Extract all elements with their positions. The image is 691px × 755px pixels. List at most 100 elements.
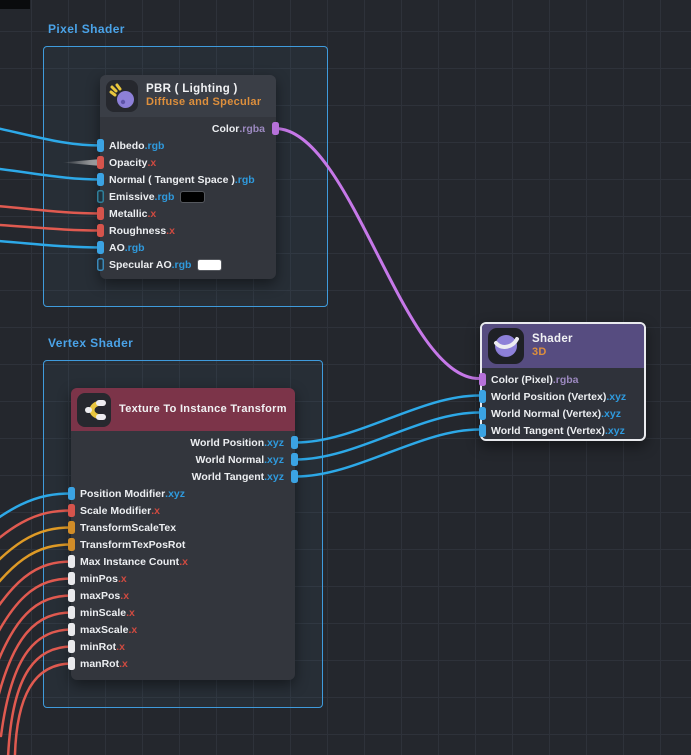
port-label: minRot [80, 641, 116, 653]
port-world-tangent-vertex[interactable] [479, 424, 486, 437]
node-pbr-lighting[interactable]: PBR ( Lighting ) Diffuse and Specular Co… [100, 75, 276, 279]
port-minscale[interactable] [68, 606, 75, 619]
port-type-suffix: .x [166, 225, 175, 237]
node-pbr-header[interactable]: PBR ( Lighting ) Diffuse and Specular [100, 75, 276, 117]
port-manrot[interactable] [68, 657, 75, 670]
port-ao[interactable] [97, 241, 104, 254]
port-maxpos[interactable] [68, 589, 75, 602]
port-label: Color [212, 123, 239, 135]
port-minpos[interactable] [68, 572, 75, 585]
port-label: World Position (Vertex) [491, 391, 606, 403]
port-type-suffix: .rgb [235, 174, 255, 186]
port-max-instance-count[interactable] [68, 555, 75, 568]
port-label: manRot [80, 658, 119, 670]
input-row-specular-ao: Specular AO.rgb [100, 256, 276, 273]
pbr-lighting-icon [106, 80, 138, 112]
node-shader-3d[interactable]: Shader 3D Color (Pixel).rgbaWorld Positi… [480, 322, 646, 441]
wire-albedo[interactable] [0, 127, 101, 146]
port-label: Roughness [109, 225, 166, 237]
port-type-suffix: .rgb [155, 191, 175, 203]
port-label: Opacity [109, 157, 148, 169]
node-ttit-header[interactable]: Texture To Instance Transform [71, 388, 295, 431]
port-scale-modifier[interactable] [68, 504, 75, 517]
node-title: PBR ( Lighting ) [146, 82, 261, 96]
port-opacity[interactable] [97, 156, 104, 169]
port-emissive[interactable] [97, 190, 104, 203]
input-row-transformtexposrot: TransformTexPosRot [71, 536, 295, 553]
port-world-tangent[interactable] [291, 470, 298, 483]
port-world-normal-vertex[interactable] [479, 407, 486, 420]
node-texture-to-instance-transform[interactable]: Texture To Instance Transform World Posi… [71, 388, 295, 680]
port-type-suffix: .x [118, 573, 127, 585]
port-label: Metallic [109, 208, 148, 220]
port-label: maxPos [80, 590, 120, 602]
shader-input-rows: Color (Pixel).rgbaWorld Position (Vertex… [482, 368, 644, 439]
output-row-world-normal: World Normal.xyz [71, 451, 295, 468]
port-label: minScale [80, 607, 126, 619]
port-label: minPos [80, 573, 118, 585]
port-minrot[interactable] [68, 640, 75, 653]
input-row-scale-modifier: Scale Modifier.x [71, 502, 295, 519]
port-type-suffix: .rgb [125, 242, 145, 254]
input-row-manrot: manRot.x [71, 655, 295, 672]
port-transformtexposrot[interactable] [68, 538, 75, 551]
node-shader-header[interactable]: Shader 3D [482, 324, 644, 368]
wire-ao[interactable] [0, 241, 101, 248]
wire-scale-modifier[interactable] [0, 511, 72, 583]
input-row-ao: AO.rgb [100, 239, 276, 256]
texture-transform-icon [77, 393, 111, 427]
wire-normal[interactable] [0, 168, 101, 180]
port-label: World Normal (Vertex) [491, 408, 601, 420]
port-label: Scale Modifier [80, 505, 151, 517]
port-normal-tangent-space[interactable] [97, 173, 104, 186]
pbr-input-rows: Albedo.rgbOpacity.xNormal ( Tangent Spac… [100, 137, 276, 273]
port-roughness[interactable] [97, 224, 104, 237]
port-world-normal[interactable] [291, 453, 298, 466]
port-type-suffix: .xyz [264, 454, 284, 466]
color-swatch[interactable] [180, 191, 205, 203]
port-label: Normal ( Tangent Space ) [109, 174, 235, 186]
port-type-suffix: .xyz [605, 425, 625, 437]
node-title: Texture To Instance Transform [119, 403, 287, 417]
port-label: maxScale [80, 624, 128, 636]
port-type-suffix: .x [126, 607, 135, 619]
wire-transformscaletex[interactable] [0, 528, 72, 605]
node-graph-canvas[interactable]: Pixel Shader Vertex Shader [0, 0, 691, 755]
port-world-position-vertex[interactable] [479, 390, 486, 403]
port-type-suffix: .xyz [165, 488, 185, 500]
port-label: AO [109, 242, 125, 254]
node-subtitle: Diffuse and Specular [146, 96, 261, 110]
ttit-output-rows: World Position.xyzWorld Normal.xyzWorld … [71, 431, 295, 485]
port-label: Emissive [109, 191, 155, 203]
port-label: Max Instance Count [80, 556, 179, 568]
output-row-world-tangent: World Tangent.xyz [71, 468, 295, 485]
input-row-world-normal-vertex: World Normal (Vertex).xyz [482, 405, 644, 422]
port-type-suffix: .x [151, 505, 160, 517]
port-type-suffix: .x [148, 157, 157, 169]
port-position-modifier[interactable] [68, 487, 75, 500]
port-type-suffix: .x [116, 641, 125, 653]
port-type-suffix: .rgb [172, 259, 192, 271]
port-specular-ao[interactable] [97, 258, 104, 271]
input-row-maxpos: maxPos.x [71, 587, 295, 604]
input-row-roughness: Roughness.x [100, 222, 276, 239]
wire-opacity-hidden-stub[interactable] [62, 159, 101, 166]
port-metallic[interactable] [97, 207, 104, 220]
port-color-pixel[interactable] [479, 373, 486, 386]
port-type-suffix: .x [119, 658, 128, 670]
color-swatch[interactable] [197, 259, 222, 271]
port-maxscale[interactable] [68, 623, 75, 636]
input-row-normal-tangent-space: Normal ( Tangent Space ).rgb [100, 171, 276, 188]
wire-color-to-shader[interactable] [275, 129, 479, 379]
port-world-position[interactable] [291, 436, 298, 449]
wire-roughness[interactable] [0, 225, 101, 231]
input-row-albedo: Albedo.rgb [100, 137, 276, 154]
port-color[interactable] [272, 122, 279, 135]
input-row-world-tangent-vertex: World Tangent (Vertex).xyz [482, 422, 644, 439]
wire-minrot[interactable] [8, 647, 72, 755]
node-title: Shader [532, 332, 573, 346]
port-albedo[interactable] [97, 139, 104, 152]
wire-metallic[interactable] [0, 206, 101, 214]
port-transformscaletex[interactable] [68, 521, 75, 534]
port-label: World Tangent [192, 471, 265, 483]
